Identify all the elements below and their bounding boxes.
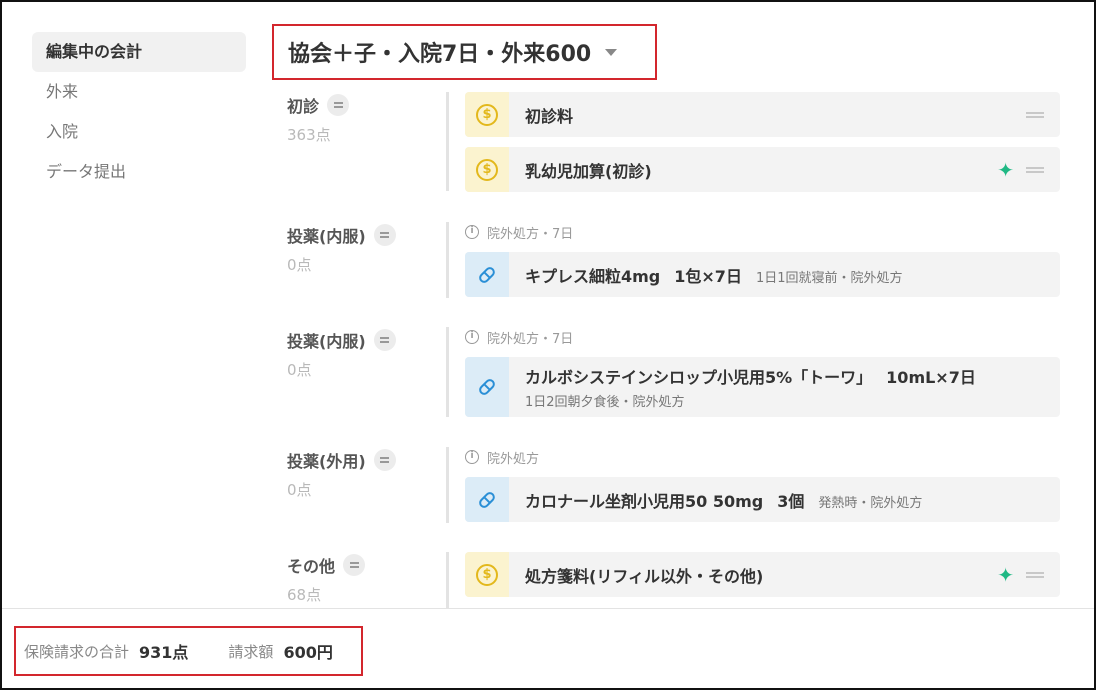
prescription-note: i 院外処方 [465, 447, 1060, 467]
equals-icon [349, 562, 359, 568]
list-item[interactable]: カロナール坐剤小児用50 50mg 3個 発熱時・院外処方 [465, 477, 1060, 522]
sidebar: 編集中の会計 外来 入院 データ提出 [32, 32, 246, 192]
group-menu-button[interactable] [327, 94, 350, 116]
info-icon: i [465, 225, 479, 239]
note-text: 院外処方・7日 [487, 331, 574, 347]
list-item[interactable]: カルボシステインシロップ小児用5%「トーワ」 10mL×7日 1日2回朝夕食後・… [465, 357, 1060, 417]
item-quantity: 10mL×7日 [886, 368, 976, 387]
equals-icon [380, 232, 390, 238]
account-selector[interactable]: 協会＋子・入院7日・外来600 [272, 24, 657, 80]
group-menu-button[interactable] [373, 329, 396, 351]
equals-icon [380, 457, 390, 463]
group-name: 投薬(内服) [287, 227, 366, 246]
chevron-down-icon [605, 48, 618, 56]
item-name: カルボシステインシロップ小児用5%「トーワ」 [525, 368, 873, 387]
sidebar-item-inpatient[interactable]: 入院 [32, 112, 246, 152]
item-detail: 発熱時・院外処方 [818, 495, 923, 511]
coin-icon: $ [476, 158, 498, 181]
divider [446, 552, 449, 608]
drag-handle-icon[interactable] [1026, 571, 1044, 578]
sidebar-item-editing-account[interactable]: 編集中の会計 [32, 32, 246, 72]
group-points: 0点 [287, 481, 312, 499]
billing-amount-label: 請求額 [228, 642, 274, 661]
divider [446, 92, 449, 191]
equals-icon [380, 337, 390, 343]
group-points: 0点 [287, 256, 312, 274]
group-menu-button[interactable] [373, 224, 396, 246]
billing-amount-value: 600円 [283, 643, 333, 662]
billing-items-panel: 初診 363点 $ 初診料 $ 乳幼児加算(初診) ✦ 投薬(内服) 0点 i … [272, 92, 1072, 608]
list-item[interactable]: キプレス細粒4mg 1包×7日 1日1回就寝前・院外処方 [465, 252, 1060, 297]
group-points: 0点 [287, 361, 312, 379]
sparkle-icon: ✦ [997, 562, 1014, 587]
info-icon: i [465, 450, 479, 464]
app-frame: 編集中の会計 外来 入院 データ提出 協会＋子・入院7日・外来600 初診 36… [0, 0, 1096, 690]
drag-handle-icon[interactable] [1026, 111, 1044, 118]
item-detail: 1日1回就寝前・院外処方 [755, 270, 903, 286]
note-text: 院外処方・7日 [487, 226, 574, 242]
totals-summary: 保険請求の合計 931点 請求額 600円 [14, 626, 363, 676]
group-points: 68点 [287, 586, 322, 604]
item-name: カロナール坐剤小児用50 50mg [525, 491, 764, 511]
insurance-total-label: 保険請求の合計 [24, 642, 130, 661]
group-name: 投薬(内服) [287, 332, 366, 351]
group-points: 363点 [287, 126, 331, 144]
coin-icon: $ [476, 563, 498, 586]
group-menu-button[interactable] [373, 449, 396, 471]
sidebar-item-data-submission[interactable]: データ提出 [32, 152, 246, 192]
sidebar-item-outpatient[interactable]: 外来 [32, 72, 246, 112]
item-quantity: 1包×7日 [674, 266, 742, 286]
item-name: 乳幼児加算(初診) [525, 161, 652, 181]
insurance-total-value: 931点 [139, 643, 189, 662]
item-detail: 1日2回朝夕食後・院外処方 [525, 395, 685, 410]
item-quantity: 3個 [777, 491, 805, 511]
list-item[interactable]: $ 処方箋料(リフィル以外・その他) ✦ [465, 552, 1060, 597]
prescription-note: i 院外処方・7日 [465, 327, 1060, 347]
prescription-note: i 院外処方・7日 [465, 222, 1060, 242]
pill-icon [479, 379, 495, 395]
group-name: その他 [287, 557, 336, 576]
item-name: 初診料 [525, 106, 574, 126]
equals-icon [333, 102, 343, 108]
drag-handle-icon[interactable] [1026, 166, 1044, 173]
sparkle-icon: ✦ [997, 157, 1014, 182]
list-item[interactable]: $ 初診料 [465, 92, 1060, 137]
note-text: 院外処方 [487, 451, 540, 467]
group-menu-button[interactable] [343, 554, 366, 576]
pill-icon [479, 491, 495, 508]
divider [446, 222, 449, 298]
info-icon: i [465, 330, 479, 344]
divider [446, 327, 449, 417]
group-name: 投薬(外用) [287, 452, 366, 471]
item-name: キプレス細粒4mg [525, 266, 661, 286]
pill-icon [479, 266, 495, 283]
page-title: 協会＋子・入院7日・外来600 [288, 42, 592, 67]
coin-icon: $ [476, 103, 498, 126]
divider [446, 447, 449, 523]
list-item[interactable]: $ 乳幼児加算(初診) ✦ [465, 147, 1060, 192]
footer-divider [2, 608, 1094, 609]
group-name: 初診 [287, 97, 320, 116]
item-name: 処方箋料(リフィル以外・その他) [525, 566, 764, 586]
